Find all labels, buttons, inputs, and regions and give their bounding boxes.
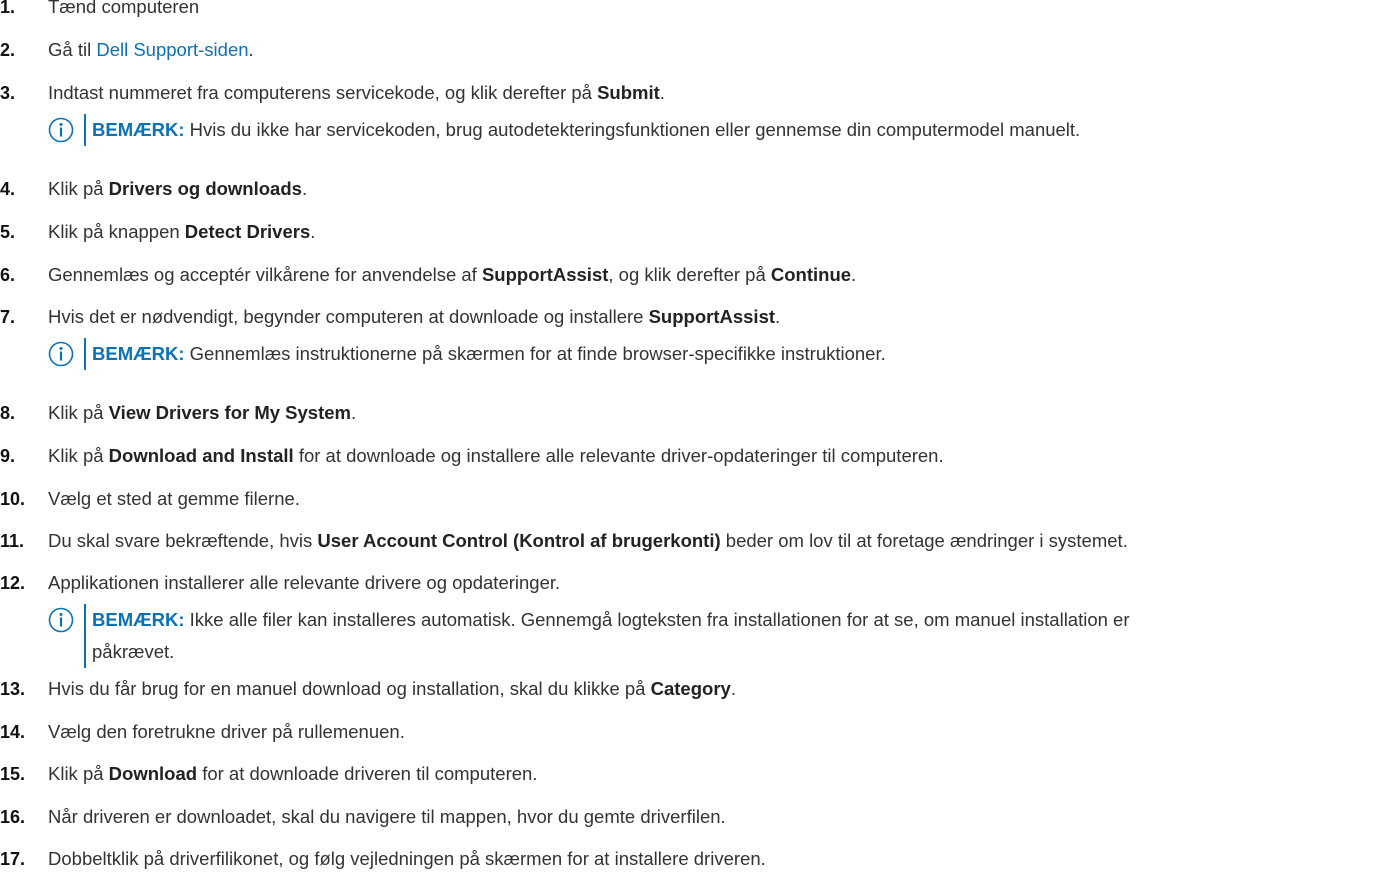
step-text: Dobbeltklik på driverfilikonet, og følg … [48, 844, 766, 874]
info-icon [48, 607, 74, 633]
step-text-segment: , og klik derefter på [608, 264, 771, 285]
step-text-segment: Klik på [48, 402, 109, 423]
step-text: Klik på View Drivers for My System. [48, 398, 356, 428]
note-divider [84, 338, 86, 370]
step-text: Applikationen installerer alle relevante… [48, 568, 560, 598]
note-label: BEMÆRK: [92, 119, 185, 140]
step-text-segment: for at downloade og installere alle rele… [293, 445, 944, 466]
note-text: BEMÆRK: Ikke alle filer kan installeres … [92, 604, 1392, 668]
step-number: 2. [0, 40, 16, 60]
step-number: 13. [0, 679, 26, 699]
info-icon [48, 341, 74, 367]
step-number: 11. [0, 531, 25, 551]
step-text-segment: Gennemlæs og acceptér vilkårene for anve… [48, 264, 482, 285]
step-text: Gå til Dell Support-siden. [48, 35, 254, 65]
step-emphasis: Download [108, 763, 198, 784]
step-text: Når driveren er downloadet, skal du navi… [48, 802, 726, 832]
step-text-segment: . [351, 402, 357, 423]
step-text-segment: . [775, 306, 781, 327]
step-number: 4. [0, 179, 16, 199]
step-text: Du skal svare bekræftende, hvis User Acc… [48, 526, 1128, 556]
step-number: 7. [0, 307, 16, 327]
step-text: Klik på Download for at downloade driver… [48, 759, 537, 789]
step-text-segment: Klik på [48, 445, 109, 466]
step-text-segment: for at downloade driveren til computeren… [197, 763, 538, 784]
step-emphasis: View Drivers for My System [108, 402, 351, 423]
note-line: BEMÆRK: Gennemlæs instruktionerne på skæ… [92, 338, 1392, 370]
step-emphasis: Category [650, 678, 731, 699]
step-text-segment: Når driveren er downloadet, skal du navi… [48, 806, 726, 827]
note-block: BEMÆRK: Ikke alle filer kan installeres … [48, 604, 1388, 668]
step-text-segment: Hvis det er nødvendigt, begynder compute… [48, 306, 649, 327]
step-emphasis: Submit [597, 82, 660, 103]
note-block: BEMÆRK: Hvis du ikke har servicekoden, b… [48, 114, 1388, 146]
note-line: BEMÆRK: Hvis du ikke har servicekoden, b… [92, 114, 1392, 146]
step-number: 15. [0, 764, 26, 784]
step-text-segment: . [730, 678, 736, 699]
step-text: Indtast nummeret fra computerens service… [48, 78, 665, 108]
step-text: Klik på Drivers og downloads. [48, 174, 307, 204]
step-text: Klik på knappen Detect Drivers. [48, 217, 315, 247]
note-body: Gennemlæs instruktionerne på skærmen for… [184, 343, 886, 364]
step-text-segment: . [659, 82, 665, 103]
step-text-segment: Klik på [48, 178, 109, 199]
step-text-segment: Indtast nummeret fra computerens service… [48, 82, 598, 103]
step-emphasis: SupportAssist [648, 306, 776, 327]
step-text: Gennemlæs og acceptér vilkårene for anve… [48, 260, 856, 290]
step-number: 9. [0, 446, 16, 466]
note-body-continued: påkrævet. [92, 641, 175, 662]
step-text-segment: Dobbeltklik på driverfilikonet, og følg … [48, 848, 766, 869]
note-text: BEMÆRK: Gennemlæs instruktionerne på skæ… [92, 338, 1392, 370]
step-emphasis: Detect Drivers [184, 221, 311, 242]
step-text: Hvis du får brug for en manuel download … [48, 674, 736, 704]
step-text-segment: Applikationen installerer alle relevante… [48, 572, 561, 593]
note-divider [84, 604, 86, 668]
step-text-segment: Tænd computeren [48, 0, 200, 17]
step-number: 10. [0, 489, 26, 509]
info-icon [48, 117, 74, 143]
note-label: BEMÆRK: [92, 343, 185, 364]
note-divider [84, 114, 86, 146]
note-label: BEMÆRK: [92, 609, 185, 630]
step-number: 14. [0, 722, 26, 742]
step-number: 5. [0, 222, 16, 242]
step-number: 1. [0, 0, 16, 17]
step-emphasis: User Account Control (Kontrol af brugerk… [317, 530, 721, 551]
note-block: BEMÆRK: Gennemlæs instruktionerne på skæ… [48, 338, 1388, 370]
step-text-segment: Gå til [48, 39, 97, 60]
step-number: 6. [0, 265, 16, 285]
step-text-segment: Vælg et sted at gemme filerne. [48, 488, 300, 509]
note-body: Hvis du ikke har servicekoden, brug auto… [184, 119, 1081, 140]
note-line: BEMÆRK: Ikke alle filer kan installeres … [92, 604, 1392, 636]
step-text-segment: beder om lov til at foretage ændringer i… [720, 530, 1128, 551]
step-text-segment: Hvis du får brug for en manuel download … [48, 678, 651, 699]
step-text: Klik på Download and Install for at down… [48, 441, 944, 471]
step-text-segment: . [301, 178, 308, 199]
note-body: Ikke alle filer kan installeres automati… [184, 609, 1130, 630]
step-emphasis: Download and Install [108, 445, 294, 466]
step-number: 16. [0, 807, 26, 827]
step-number: 8. [0, 403, 16, 423]
step-number: 17. [0, 849, 26, 869]
step-number: 12. [0, 573, 26, 593]
note-text: BEMÆRK: Hvis du ikke har servicekoden, b… [92, 114, 1392, 146]
step-text: Hvis det er nødvendigt, begynder compute… [48, 302, 780, 332]
step-text: Vælg et sted at gemme filerne. [48, 484, 300, 514]
step-text-segment: . [851, 264, 857, 285]
dell-support-link[interactable]: Dell Support-siden [96, 39, 248, 60]
step-text-segment: . [310, 221, 316, 242]
step-text-segment: . [248, 39, 254, 60]
step-emphasis: SupportAssist [481, 264, 609, 285]
step-text: Tænd computeren [48, 0, 199, 22]
step-text: Vælg den foretrukne driver på rullemenue… [48, 717, 405, 747]
step-number: 3. [0, 83, 16, 103]
step-text-segment: Du skal svare bekræftende, hvis [48, 530, 318, 551]
step-emphasis: Continue [770, 264, 852, 285]
step-text-segment: Klik på [48, 763, 109, 784]
step-text-segment: Vælg den foretrukne driver på rullemenue… [48, 721, 405, 742]
step-emphasis: Drivers og downloads [108, 178, 302, 199]
step-text-segment: Klik på knappen [48, 221, 185, 242]
